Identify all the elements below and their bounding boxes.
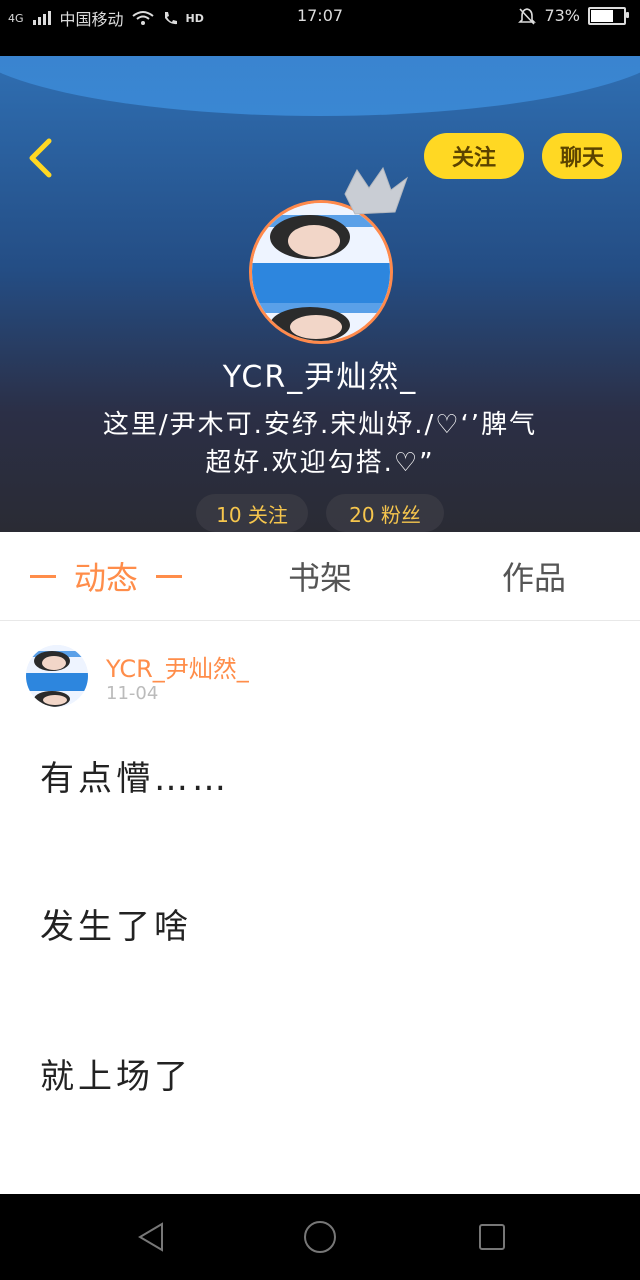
post-date: 11-04 xyxy=(106,683,159,704)
bio-line-1: 这里/尹木可.安纾.宋灿妤./♡‘’脾气 xyxy=(102,410,538,440)
post-avatar-photo xyxy=(26,645,88,707)
square-recent-icon xyxy=(479,1224,505,1250)
following-count-button[interactable]: 10 关注 xyxy=(196,494,308,532)
profile-tabs: 动态 书架 作品 xyxy=(0,532,640,621)
chevron-left-icon xyxy=(29,138,52,178)
chat-button[interactable]: 聊天 xyxy=(542,133,622,179)
back-button[interactable] xyxy=(20,136,60,180)
status-bar: 4G 中国移动 HD 17:07 73% xyxy=(0,0,640,56)
post-text-line-3: 就上场了 xyxy=(40,1057,192,1097)
system-nav-bar xyxy=(0,1194,640,1280)
post-author-name[interactable]: YCR_尹灿然_ xyxy=(106,649,249,684)
nav-back-button[interactable] xyxy=(128,1214,174,1260)
tab-activity[interactable]: 动态 xyxy=(0,532,212,620)
battery-text: 73% xyxy=(544,6,580,25)
post-text-line-2: 发生了啥 xyxy=(40,907,192,947)
nav-home-button[interactable] xyxy=(297,1214,343,1260)
bio-line-2: 超好.欢迎勾搭.♡” xyxy=(205,448,435,478)
profile-header: 关注 聊天 YCR_尹灿然_ 这里/尹木可.安纾.宋灿妤./♡‘’脾气 超好.欢… xyxy=(0,56,640,532)
post-text-line-1: 有点懵…… xyxy=(40,759,230,799)
circle-home-icon xyxy=(304,1221,336,1253)
tab-bookshelf[interactable]: 书架 xyxy=(214,532,426,620)
tab-activity-label: 动态 xyxy=(73,559,138,597)
nav-recent-button[interactable] xyxy=(469,1214,515,1260)
activity-feed: YCR_尹灿然_ 11-04 有点懵…… 发生了啥 就上场了 xyxy=(0,621,640,1194)
crown-icon xyxy=(344,166,409,215)
profile-bio: 这里/尹木可.安纾.宋灿妤./♡‘’脾气 超好.欢迎勾搭.♡” xyxy=(46,406,594,482)
fans-count-button[interactable]: 20 粉丝 xyxy=(326,494,444,532)
tab-works[interactable]: 作品 xyxy=(428,532,640,620)
tab-indicator-right xyxy=(156,574,182,578)
triangle-back-icon xyxy=(138,1222,163,1252)
battery-icon xyxy=(588,6,629,25)
status-right: 73% xyxy=(518,6,629,25)
header-wave xyxy=(0,56,640,116)
profile-avatar[interactable] xyxy=(249,166,409,344)
battery-fill xyxy=(591,9,613,22)
follow-button[interactable]: 关注 xyxy=(424,133,524,179)
profile-username: YCR_尹灿然_ xyxy=(222,360,418,395)
tab-indicator-left xyxy=(29,574,56,578)
mute-bell-icon xyxy=(518,7,537,25)
post-author-avatar[interactable] xyxy=(26,645,88,707)
